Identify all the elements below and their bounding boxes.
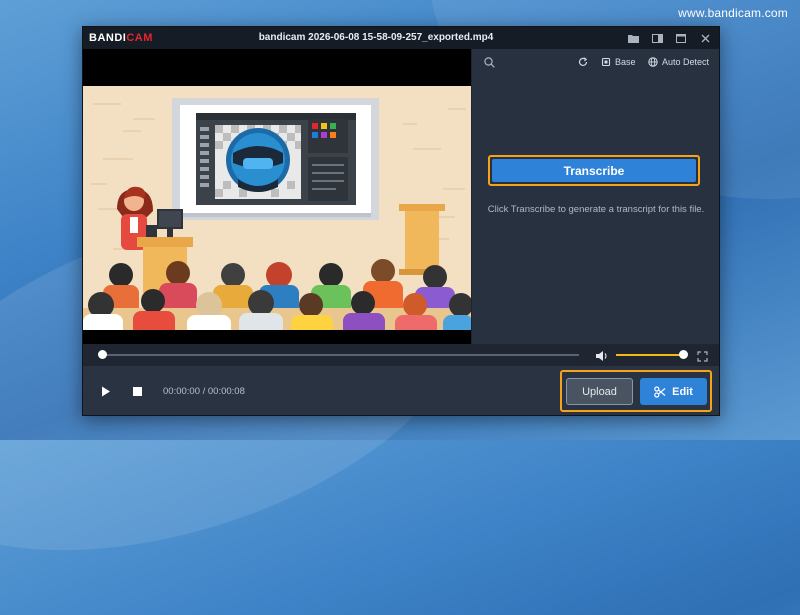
volume-handle[interactable] — [678, 350, 688, 359]
transcribe-highlight: Transcribe — [488, 155, 700, 186]
video-frame-illustration — [83, 49, 471, 344]
title-bar: BANDICAM bandicam 2026-06-08 15-58-09-25… — [83, 27, 719, 49]
layout-icon[interactable] — [650, 31, 664, 45]
window-title: bandicam 2026-06-08 15-58-09-257_exporte… — [258, 32, 494, 43]
language-selector[interactable]: Auto Detect — [648, 55, 709, 69]
edit-button[interactable]: Edit — [640, 378, 707, 405]
language-label: Auto Detect — [662, 57, 710, 67]
globe-icon — [648, 57, 658, 67]
play-icon[interactable] — [99, 384, 113, 398]
time-display: 00:00:00 / 00:00:08 — [163, 386, 245, 397]
edit-button-label: Edit — [672, 385, 693, 398]
upload-button[interactable]: Upload — [566, 378, 633, 405]
volume-slider[interactable] — [616, 354, 686, 356]
volume-icon[interactable] — [595, 349, 609, 361]
action-buttons-highlight: Upload Edit — [560, 370, 712, 412]
playback-controls: 00:00:00 / 00:00:08 Upload Edit — [83, 366, 719, 415]
volume-level — [616, 354, 683, 356]
fullscreen-icon[interactable] — [697, 349, 709, 362]
watermark-text: www.bandicam.com — [678, 6, 788, 20]
model-selector[interactable]: Base — [601, 55, 636, 69]
seek-track[interactable] — [103, 354, 579, 356]
stop-icon[interactable] — [130, 384, 144, 398]
transcribe-hint: Click Transcribe to generate a transcrip… — [487, 204, 705, 215]
search-icon[interactable] — [484, 55, 499, 69]
folder-icon[interactable] — [626, 31, 640, 45]
video-preview[interactable] — [83, 49, 471, 344]
seek-handle[interactable] — [98, 350, 107, 359]
refresh-icon[interactable] — [578, 55, 592, 69]
close-icon[interactable] — [698, 31, 712, 45]
transcript-panel: Base Auto Detect Transcribe Click Transc… — [472, 49, 719, 344]
seek-bar-area — [83, 344, 719, 366]
maximize-icon[interactable] — [674, 31, 688, 45]
chip-icon — [601, 57, 611, 67]
transcribe-button[interactable]: Transcribe — [492, 159, 696, 182]
model-label: Base — [615, 57, 636, 67]
scissors-icon — [654, 385, 666, 398]
app-window: BANDICAM bandicam 2026-06-08 15-58-09-25… — [82, 26, 720, 416]
